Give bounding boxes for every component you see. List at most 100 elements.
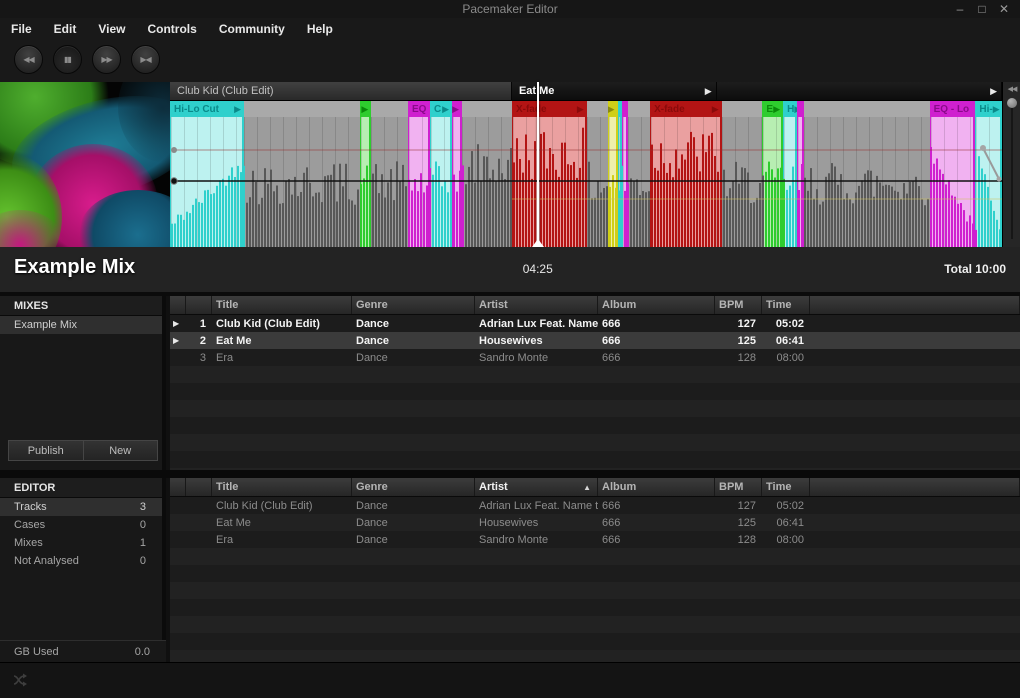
track-tab-eat-me[interactable]: Eat Me ▶: [511, 82, 717, 100]
close-button[interactable]: ✕: [996, 1, 1012, 17]
column-header-genre[interactable]: Genre: [352, 296, 475, 314]
new-button[interactable]: New: [83, 440, 158, 461]
cell-genre: Dance: [356, 351, 388, 364]
table-row-era[interactable]: 3 Era Dance Sandro Monte 666 128 08:00: [170, 349, 1020, 366]
cell-bpm: 125: [737, 334, 756, 347]
cell-artist: Housewives: [479, 334, 543, 347]
fx-segment-arrow-icon: ▶: [452, 104, 460, 114]
column-header-label: Title: [216, 481, 239, 493]
playhead[interactable]: [531, 82, 544, 247]
cell-genre: Dance: [356, 317, 390, 330]
fx-segment-magenta[interactable]: ▶: [452, 101, 463, 118]
transport-pause-button[interactable]: ▮▮: [53, 45, 82, 74]
stat-row-cases[interactable]: Cases 0: [0, 516, 162, 534]
menu-item-edit[interactable]: Edit: [43, 18, 88, 40]
stat-row-not-analysed[interactable]: Not Analysed 0: [0, 552, 162, 570]
cell-time: 06:41: [776, 516, 804, 529]
stat-row-mixes[interactable]: Mixes 1: [0, 534, 162, 552]
waveform-region: Club Kid (Club Edit) Eat Me ▶ ▶ Hi-Lo Cut ▶ ▶…: [0, 82, 1020, 247]
transport-rewind-button[interactable]: ◀◀: [14, 45, 43, 74]
column-header-blank-1: [186, 478, 212, 496]
column-header-album[interactable]: Album: [598, 478, 715, 496]
column-header-blank-1: [186, 296, 212, 314]
cell-time: 08:00: [776, 533, 804, 546]
fx-segment-magenta[interactable]: [797, 101, 804, 118]
cell-genre: Dance: [356, 516, 388, 529]
track-tab-3[interactable]: ▶: [716, 82, 1002, 100]
stat-row-tracks[interactable]: Tracks 3: [0, 498, 162, 516]
cell-title: Club Kid (Club Edit): [216, 317, 320, 330]
table-row-eat-me[interactable]: Eat Me Dance Housewives 666 125 06:41: [170, 514, 1020, 531]
cell-spacer: [810, 514, 1020, 531]
cell-bpm: 128: [737, 351, 756, 364]
cell-album: 666: [602, 317, 621, 330]
play-indicator-icon: [170, 531, 186, 548]
cell-album: 666: [602, 351, 621, 364]
cell-bpm: 127: [737, 499, 756, 512]
column-header-artist[interactable]: Artist ▲: [475, 478, 598, 496]
mix-list-item-example-mix[interactable]: Example Mix: [0, 316, 162, 334]
column-header-label: BPM: [719, 299, 744, 311]
fx-segment-eq-lo[interactable]: EQ - Lo: [929, 101, 976, 118]
fx-segment-magenta[interactable]: [621, 101, 628, 118]
track-tab-club-kid-club-edit[interactable]: Club Kid (Club Edit): [170, 82, 512, 100]
menu-item-view[interactable]: View: [87, 18, 136, 40]
playhead-handle[interactable]: [531, 239, 544, 247]
column-header-bpm[interactable]: BPM: [715, 296, 762, 314]
fx-segment-yellow[interactable]: ▶: [607, 101, 618, 118]
fx-segment-c[interactable]: C ▶: [430, 101, 453, 118]
column-header-bpm[interactable]: BPM: [715, 478, 762, 496]
menu-item-help[interactable]: Help: [296, 18, 344, 40]
fx-segment-x-fade[interactable]: X-fade ▶: [511, 101, 587, 118]
waveform-body[interactable]: [170, 117, 1002, 247]
cell-spacer: [810, 531, 1020, 548]
publish-button[interactable]: Publish: [8, 440, 84, 461]
menu-item-community[interactable]: Community: [208, 18, 296, 40]
fx-segment-hi[interactable]: Hi- ▶: [975, 101, 1002, 118]
play-indicator-icon: [170, 349, 186, 366]
fx-segment-arrow-icon: ▶: [234, 104, 242, 114]
cell-num: [186, 531, 212, 548]
column-header-album[interactable]: Album: [598, 296, 715, 314]
column-header-time[interactable]: Time: [762, 478, 810, 496]
fx-segment-label: EQ - Lo: [933, 104, 970, 115]
rewind-mini-icon[interactable]: ◀◀: [1003, 85, 1020, 93]
fx-segment-arrow-icon: ▶: [711, 104, 719, 114]
fx-segment-e[interactable]: E ▶: [762, 101, 784, 118]
minimize-button[interactable]: –: [952, 1, 968, 17]
cell-num: 1: [199, 317, 206, 330]
mix-tracklist-table: Title Genre Artist Album BPM Time ▶ 1 Club Kid (…: [170, 296, 1020, 470]
cell-spacer: [810, 332, 1020, 349]
table-row-era[interactable]: Era Dance Sandro Monte 666 128 08:00: [170, 531, 1020, 548]
cell-artist: Housewives: [479, 516, 539, 529]
table-row-club-kid-club-edit[interactable]: ▶ 1 Club Kid (Club Edit) Dance Adrian Lux Fe…: [170, 315, 1020, 332]
cell-time: 08:00: [776, 351, 804, 364]
table-row-eat-me[interactable]: ▶ 2 Eat Me Dance Housewives 666 125 06:41: [170, 332, 1020, 349]
column-header-time[interactable]: Time: [762, 296, 810, 314]
fx-segment-hi-lo-cut[interactable]: Hi-Lo Cut ▶: [170, 101, 245, 118]
shuffle-icon[interactable]: [12, 672, 28, 688]
column-header-title[interactable]: Title: [212, 296, 352, 314]
transport-fast-forward-button[interactable]: ▶▶: [92, 45, 121, 74]
window-controls: – □ ✕: [952, 1, 1012, 17]
menu-item-controls[interactable]: Controls: [136, 18, 207, 40]
fx-segment-h[interactable]: H▶: [783, 101, 798, 118]
column-header-title[interactable]: Title: [212, 478, 352, 496]
waveform-timeline[interactable]: Club Kid (Club Edit) Eat Me ▶ ▶ Hi-Lo Cut ▶ ▶…: [170, 82, 1002, 247]
transport-controls: ◀◀ ▮▮ ▶▶ ▶◀: [14, 45, 160, 74]
editor-panel-title: EDITOR: [0, 478, 162, 498]
fx-segment-green[interactable]: ▶: [359, 101, 372, 118]
zoom-slider-knob[interactable]: [1007, 98, 1017, 108]
fx-segment-eq[interactable]: EQ: [407, 101, 430, 118]
automation-lines[interactable]: [170, 117, 1002, 247]
menu-item-file[interactable]: File: [0, 18, 43, 40]
fx-segment-x-fade[interactable]: X-fade ▶: [650, 101, 722, 118]
table-row-club-kid-club-edit[interactable]: Club Kid (Club Edit) Dance Adrian Lux Feat…: [170, 497, 1020, 514]
maximize-button[interactable]: □: [974, 1, 990, 17]
column-header-artist[interactable]: Artist: [475, 296, 598, 314]
column-header-blank-0: [170, 478, 186, 496]
transport-skip-to-cue-button[interactable]: ▶◀: [131, 45, 160, 74]
cell-album: 666: [602, 334, 621, 347]
column-header-genre[interactable]: Genre: [352, 478, 475, 496]
column-header-label: Artist: [479, 481, 508, 493]
